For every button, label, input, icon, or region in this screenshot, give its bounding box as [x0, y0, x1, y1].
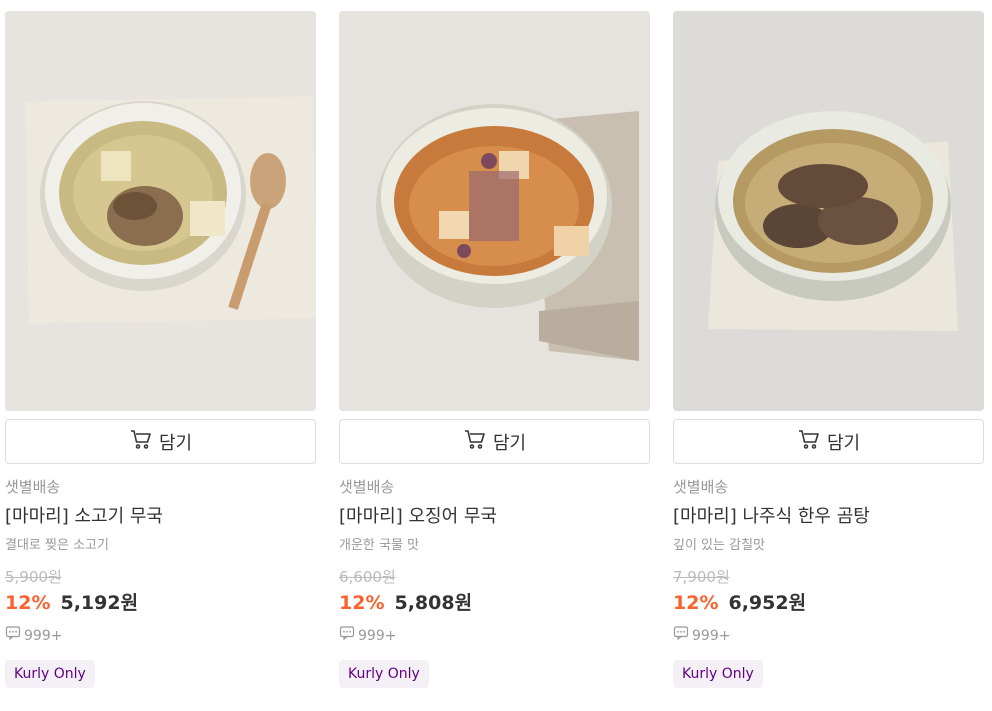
product-description: 개운한 국물 맛	[339, 538, 420, 553]
cart-label: 담기	[826, 432, 861, 454]
product-name[interactable]: [마마리] 오징어 무국	[339, 505, 650, 529]
product-name[interactable]: [마마리] 소고기 무국	[5, 505, 316, 529]
product-image[interactable]	[5, 11, 316, 411]
comment-icon	[5, 625, 21, 646]
review-count: 999+	[673, 625, 984, 646]
product-description: 깊이 있는 감칠맛	[673, 538, 765, 553]
kurly-only-badge: Kurly Only	[5, 660, 95, 688]
cart-label: 담기	[158, 432, 193, 454]
cart-label: 담기	[492, 432, 527, 454]
product-description: 결대로 찢은 소고기	[5, 538, 109, 553]
discount-rate: 12%	[339, 592, 385, 614]
comment-icon	[673, 625, 689, 646]
kurly-only-badge: Kurly Only	[339, 660, 429, 688]
delivery-type: 샛별배송	[339, 478, 395, 496]
original-price: 7,900원	[673, 568, 730, 586]
review-count: 999+	[339, 625, 650, 646]
comment-icon	[339, 625, 355, 646]
price-row: 12% 5,192원	[5, 590, 316, 616]
review-count-value: 999+	[24, 627, 63, 644]
original-price: 5,900원	[5, 568, 62, 586]
product-image[interactable]	[339, 11, 650, 411]
product-card[interactable]: 담기 샛별배송 [마마리] 나주식 한우 곰탕 깊이 있는 감칠맛 7,900원…	[673, 11, 984, 688]
add-to-cart-button[interactable]: 담기	[5, 419, 316, 464]
product-image[interactable]	[673, 11, 984, 411]
product-card[interactable]: 담기 샛별배송 [마마리] 오징어 무국 개운한 국물 맛 6,600원 12%…	[339, 11, 650, 688]
sale-price: 5,808원	[394, 592, 473, 614]
product-card[interactable]: 담기 샛별배송 [마마리] 소고기 무국 결대로 찢은 소고기 5,900원 1…	[5, 11, 316, 688]
discount-rate: 12%	[5, 592, 51, 614]
review-count-value: 999+	[692, 627, 731, 644]
cart-icon	[797, 427, 821, 456]
price-row: 12% 5,808원	[339, 590, 650, 616]
add-to-cart-button[interactable]: 담기	[673, 419, 984, 464]
delivery-type: 샛별배송	[673, 478, 729, 496]
review-count: 999+	[5, 625, 316, 646]
product-name[interactable]: [마마리] 나주식 한우 곰탕	[673, 505, 984, 529]
kurly-only-badge: Kurly Only	[673, 660, 763, 688]
sale-price: 5,192원	[60, 592, 139, 614]
review-count-value: 999+	[358, 627, 397, 644]
delivery-type: 샛별배송	[5, 478, 61, 496]
sale-price: 6,952원	[728, 592, 807, 614]
price-row: 12% 6,952원	[673, 590, 984, 616]
add-to-cart-button[interactable]: 담기	[339, 419, 650, 464]
discount-rate: 12%	[673, 592, 719, 614]
cart-icon	[129, 427, 153, 456]
cart-icon	[463, 427, 487, 456]
original-price: 6,600원	[339, 568, 396, 586]
